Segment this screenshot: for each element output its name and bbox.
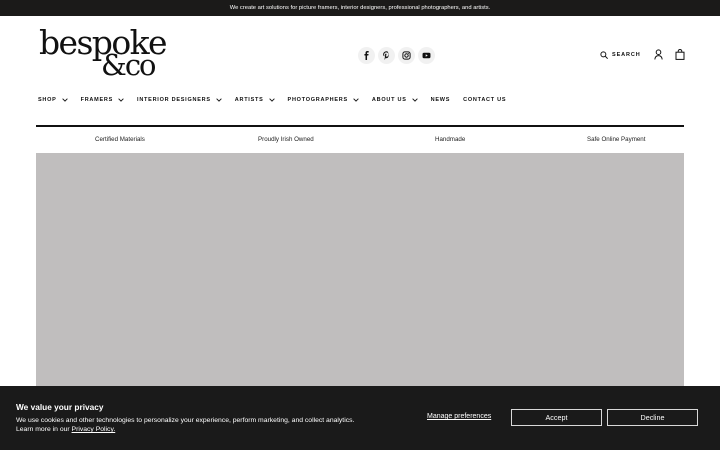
nav-item-label: SHOP (38, 97, 57, 103)
chevron-down-icon (118, 98, 124, 102)
nav-item-label: ARTISTS (234, 97, 264, 103)
brand-logo[interactable]: bespoke &co (39, 26, 168, 82)
instagram-link[interactable] (398, 47, 415, 64)
hero-image-placeholder (36, 153, 684, 393)
nav-item-about-us[interactable]: ABOUT US (372, 97, 418, 103)
manage-preferences-link[interactable]: Manage preferences (427, 413, 491, 420)
chevron-down-icon (268, 98, 275, 102)
nav-item-framers[interactable]: FRAMERS (81, 97, 124, 103)
usp-bar: Certified Materials Proudly Irish Owned … (36, 127, 684, 153)
cookie-banner: We value your privacy We use cookies and… (0, 386, 720, 450)
nav-item-shop[interactable]: SHOP (38, 97, 68, 103)
usp-proudly-irish-owned: Proudly Irish Owned (258, 136, 314, 143)
nav-item-label: PHOTOGRAPHERS (287, 97, 348, 103)
nav-item-contact-us[interactable]: CONTACT US (463, 97, 506, 103)
nav-item-label: NEWS (430, 97, 451, 103)
nav-item-label: ABOUT US (371, 97, 407, 103)
announcement-text: We create art solutions for picture fram… (229, 5, 491, 11)
announcement-bar: We create art solutions for picture fram… (0, 0, 720, 16)
user-icon[interactable] (653, 49, 663, 60)
chevron-down-icon (216, 98, 222, 102)
cookie-body-text: We use cookies and other technologies to… (16, 417, 355, 424)
youtube-icon (422, 52, 431, 59)
search-icon (600, 50, 608, 59)
search-button[interactable]: SEARCH (600, 50, 641, 59)
nav-item-label: CONTACT US (463, 97, 507, 103)
youtube-link[interactable] (418, 47, 435, 64)
decline-button[interactable]: Decline (607, 409, 698, 426)
chevron-down-icon (353, 98, 359, 102)
accept-button[interactable]: Accept (511, 409, 602, 426)
nav-item-interior-designers[interactable]: INTERIOR DESIGNERS (137, 97, 222, 103)
facebook-icon (364, 51, 369, 60)
instagram-icon (402, 51, 411, 60)
cookie-title: We value your privacy (16, 402, 104, 412)
logo-line-2: &co (101, 48, 156, 82)
usp-handmade: Handmade (435, 136, 466, 143)
nav-item-news[interactable]: NEWS (431, 97, 451, 103)
shopping-bag-icon[interactable] (675, 49, 685, 60)
main-navigation: SHOP FRAMERS INTERIOR DESIGNERS ARTISTS … (38, 97, 519, 103)
cookie-learn-more-text: Learn more in our (16, 426, 70, 434)
nav-item-artists[interactable]: ARTISTS (235, 97, 275, 103)
nav-item-photographers[interactable]: PHOTOGRAPHERS (288, 97, 359, 103)
privacy-policy-link[interactable]: Privacy Policy. (72, 426, 116, 433)
chevron-down-icon (61, 98, 68, 102)
chevron-down-icon (411, 98, 418, 102)
header-utilities: SEARCH (600, 49, 685, 60)
social-links (358, 47, 435, 64)
usp-safe-online-payment: Safe Online Payment (587, 136, 646, 143)
pinterest-icon (383, 51, 389, 60)
nav-item-label: INTERIOR DESIGNERS (137, 97, 211, 103)
usp-certified-materials: Certified Materials (95, 136, 145, 143)
nav-item-label: FRAMERS (80, 97, 114, 103)
search-label: SEARCH (612, 51, 641, 58)
cookie-body: We use cookies and other technologies to… (16, 416, 396, 435)
pinterest-link[interactable] (378, 47, 395, 64)
facebook-link[interactable] (358, 47, 375, 64)
